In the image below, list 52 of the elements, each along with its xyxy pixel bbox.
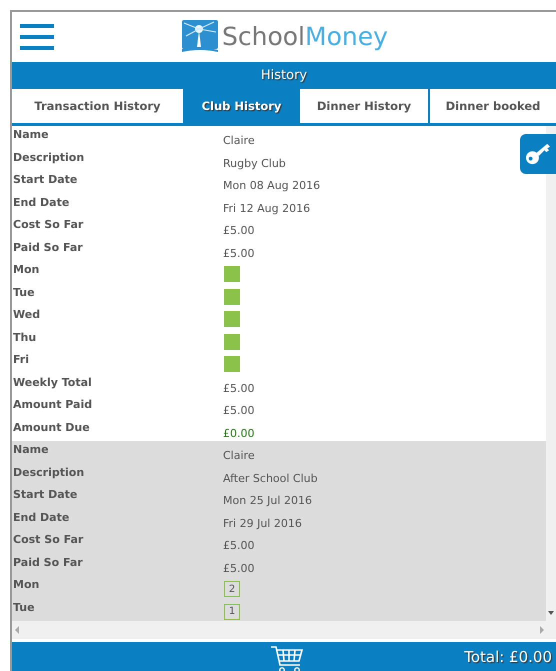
field-label: Mon [12, 577, 40, 593]
tab[interactable]: Dinner History [300, 89, 428, 123]
field-value: Fri 29 Jul 2016 [223, 516, 302, 531]
field-label: Amount Paid [12, 397, 94, 413]
field-label: Wed [12, 307, 42, 323]
field-label: Fri [12, 352, 30, 368]
logo-text: SchoolMoney [222, 22, 388, 50]
field-label: Amount Due [12, 420, 91, 436]
field-value: Rugby Club [223, 156, 286, 171]
menu-icon[interactable] [20, 24, 54, 50]
field-value: Mon 08 Aug 2016 [223, 178, 320, 194]
field-label: Cost So Far [12, 532, 84, 548]
tab[interactable]: Dinner booked [430, 89, 556, 123]
field-value: £5.00 [223, 560, 254, 576]
field-value: £5.00 [223, 380, 254, 396]
cart-icon[interactable] [270, 645, 304, 671]
field-label: Thu [12, 330, 38, 346]
field-label: Tue [12, 284, 36, 300]
page-title: History [260, 68, 308, 82]
field-value: Claire [223, 133, 255, 148]
field-label: Start Date [12, 487, 78, 503]
field-value: £5.00 [223, 223, 254, 238]
field-label: Tue [12, 600, 36, 616]
horizontal-scrollbar[interactable] [12, 621, 556, 642]
vertical-scrollbar[interactable] [546, 126, 556, 621]
field-label: Start Date [12, 172, 78, 188]
attendance-count: 1 [224, 604, 240, 620]
field-value: £5.00 [223, 246, 254, 261]
field-label: Cost So Far [12, 217, 84, 233]
field-label: Description [12, 150, 86, 166]
cart-total: Total: £0.00 [464, 648, 553, 666]
tab[interactable]: Transaction History [12, 89, 183, 123]
field-label: Weekly Total [12, 374, 93, 390]
key-button[interactable] [520, 134, 556, 174]
key-icon [524, 142, 552, 166]
field-label: End Date [12, 510, 70, 526]
logo-icon [182, 20, 218, 52]
field-value: Fri 12 Aug 2016 [223, 200, 310, 216]
attendance-count: 2 [224, 581, 240, 597]
field-label: Name [12, 127, 50, 143]
field-label: End Date [12, 194, 70, 210]
field-label: Mon [12, 262, 40, 278]
field-label: Name [12, 442, 50, 458]
field-value: £5.00 [223, 403, 254, 418]
field-value: £5.00 [223, 538, 254, 554]
field-label: Paid So Far [12, 554, 84, 570]
field-value: After School Club [223, 470, 318, 486]
field-label: Paid So Far [12, 240, 84, 256]
field-value: Mon 25 Jul 2016 [223, 493, 312, 508]
field-value: Claire [223, 448, 255, 464]
field-label: Description [12, 464, 86, 480]
field-value: £0.00 [223, 426, 254, 441]
